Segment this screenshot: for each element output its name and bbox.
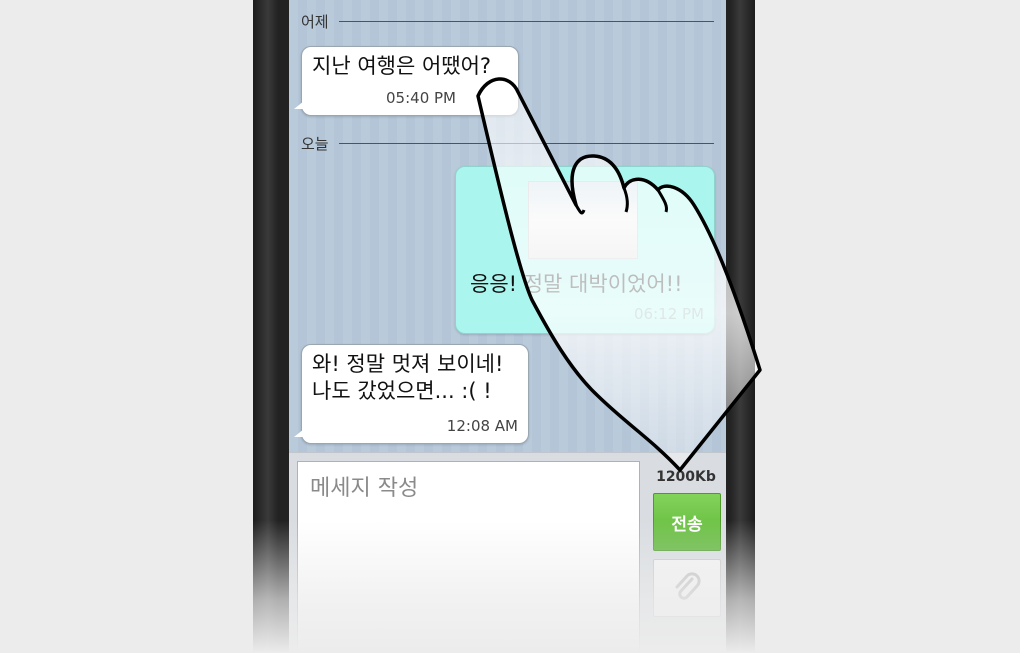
date-divider-today: 오늘 [301,134,714,153]
date-divider-yesterday: 어제 [301,12,714,31]
message-text: 응응! 정말 대박이었어!! [470,272,683,296]
message-sent-1[interactable]: 응응! 정말 대박이었어!! 06:12 PM [455,166,715,334]
message-time: 06:12 PM [634,305,704,323]
message-received-2[interactable]: 와! 정말 멋져 보이네! 나도 갔었으면... :( ! 12:08 AM [294,344,529,444]
message-input[interactable]: 메세지 작성 [297,461,640,653]
message-text: 지난 여행은 어땠어? [312,54,492,78]
message-time: 12:08 AM [446,417,518,435]
date-divider-label: 오늘 [301,134,329,153]
send-button[interactable]: 전송 [653,493,721,551]
message-time: 05:40 PM [386,89,456,107]
message-received-1[interactable]: 지난 여행은 어땠어? 05:40 PM [294,46,519,116]
divider-line [338,20,714,22]
shared-photo[interactable] [528,181,638,259]
paperclip-icon [675,572,701,600]
attach-button[interactable] [653,559,721,617]
divider-line [338,142,714,144]
date-divider-label: 어제 [301,12,329,31]
chat-screen: 어제 지난 여행은 어땠어? 05:40 PM 오늘 응응! 정말 대박이었어!… [289,0,726,653]
message-text: 와! 정말 멋져 보이네! 나도 갔었으면... :( ! [312,352,504,403]
attachment-size-label: 1200Kb [656,469,716,485]
composer: 메세지 작성 1200Kb 전송 [289,452,726,653]
